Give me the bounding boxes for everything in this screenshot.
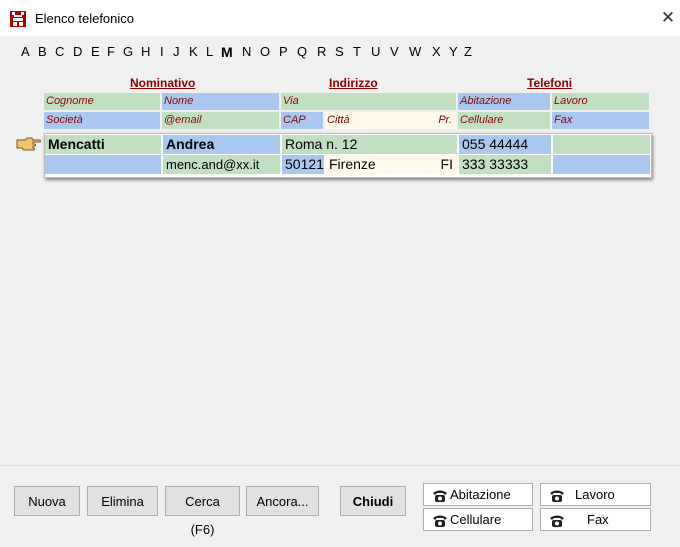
- record-lavoro[interactable]: [553, 135, 650, 154]
- letter-y[interactable]: Y: [449, 42, 458, 62]
- letter-e[interactable]: E: [91, 42, 100, 62]
- title-bar: Elenco telefonico ✕: [0, 0, 680, 36]
- letter-t[interactable]: T: [353, 42, 361, 62]
- letter-h[interactable]: H: [141, 42, 150, 62]
- letter-c[interactable]: C: [55, 42, 64, 62]
- record-fax[interactable]: [553, 155, 650, 174]
- label-societa: Società: [44, 112, 160, 129]
- letter-w[interactable]: W: [409, 42, 421, 62]
- letter-r[interactable]: R: [317, 42, 326, 62]
- letter-g[interactable]: G: [123, 42, 133, 62]
- telephone-icon: [433, 490, 447, 502]
- telephone-icon: [433, 515, 447, 527]
- record-email[interactable]: menc.and@xx.it: [163, 155, 280, 174]
- letter-o[interactable]: O: [260, 42, 270, 62]
- phonebook-window: Elenco telefonico ✕ A B C D E F G H I J …: [0, 0, 680, 547]
- letter-d[interactable]: D: [73, 42, 82, 62]
- label-pr: Pr.: [425, 112, 456, 129]
- record-societa[interactable]: [45, 155, 161, 174]
- pointing-hand-icon: [16, 137, 41, 151]
- letter-v[interactable]: V: [390, 42, 399, 62]
- call-work-button[interactable]: Lavoro: [540, 483, 651, 506]
- letter-l[interactable]: L: [206, 42, 213, 62]
- letter-f[interactable]: F: [107, 42, 115, 62]
- letter-x[interactable]: X: [432, 42, 441, 62]
- header-indirizzo: Indirizzo: [329, 76, 378, 90]
- letter-a[interactable]: A: [21, 42, 30, 62]
- record-cognome[interactable]: Mencatti: [45, 135, 161, 154]
- separator: [0, 465, 680, 466]
- telephone-icon: [550, 490, 564, 502]
- window-title: Elenco telefonico: [35, 11, 135, 26]
- letter-u[interactable]: U: [371, 42, 380, 62]
- call-work-label: Lavoro: [575, 487, 615, 502]
- record-cap[interactable]: 50121: [282, 155, 324, 174]
- label-cognome: Cognome: [44, 93, 160, 110]
- delete-button[interactable]: Elimina: [87, 486, 158, 516]
- record-citta[interactable]: Firenze: [326, 155, 426, 174]
- letter-m[interactable]: M: [221, 42, 233, 62]
- letter-b[interactable]: B: [38, 42, 47, 62]
- header-telefoni: Telefoni: [527, 76, 573, 90]
- letter-k[interactable]: K: [189, 42, 198, 62]
- header-nominativo: Nominativo: [130, 76, 196, 90]
- telephone-icon: [550, 515, 564, 527]
- letter-n[interactable]: N: [242, 42, 251, 62]
- record-cellulare[interactable]: 333 33333: [459, 155, 551, 174]
- call-home-label: Abitazione: [450, 487, 511, 502]
- alphabet-index: A B C D E F G H I J K L M N O P Q R S T …: [0, 42, 600, 64]
- record-nome[interactable]: Andrea: [163, 135, 280, 154]
- send-fax-label: Fax: [587, 512, 609, 527]
- record-via[interactable]: Roma n. 12: [282, 135, 457, 154]
- label-email: @email: [162, 112, 279, 129]
- label-via: Via: [281, 93, 456, 110]
- again-button[interactable]: Ancora...: [246, 486, 319, 516]
- close-icon[interactable]: ✕: [658, 8, 678, 28]
- close-button[interactable]: Chiudi: [340, 486, 406, 516]
- record-abitazione[interactable]: 055 44444: [459, 135, 551, 154]
- search-button[interactable]: Cerca (F6): [165, 486, 240, 537]
- label-nome: Nome: [162, 93, 279, 110]
- letter-q[interactable]: Q: [297, 42, 307, 62]
- app-icon: [10, 11, 26, 27]
- letter-p[interactable]: P: [279, 42, 288, 62]
- label-cellulare: Cellulare: [458, 112, 550, 129]
- call-mobile-button[interactable]: Cellulare: [423, 508, 533, 531]
- label-citta: Città: [325, 112, 425, 129]
- new-button[interactable]: Nuova: [14, 486, 80, 516]
- letter-j[interactable]: J: [173, 42, 180, 62]
- letter-i[interactable]: I: [160, 42, 164, 62]
- call-home-button[interactable]: Abitazione: [423, 483, 533, 506]
- label-cap: CAP: [281, 112, 323, 129]
- letter-s[interactable]: S: [335, 42, 344, 62]
- label-abitazione: Abitazione: [458, 93, 550, 110]
- send-fax-button[interactable]: Fax: [540, 508, 651, 531]
- record-row[interactable]: Mencatti Andrea Roma n. 12 055 44444 men…: [44, 133, 652, 178]
- letter-z[interactable]: Z: [464, 42, 472, 62]
- call-mobile-label: Cellulare: [450, 512, 502, 527]
- label-fax: Fax: [552, 112, 649, 129]
- record-pr[interactable]: FI: [426, 155, 457, 174]
- label-lavoro: Lavoro: [552, 93, 649, 110]
